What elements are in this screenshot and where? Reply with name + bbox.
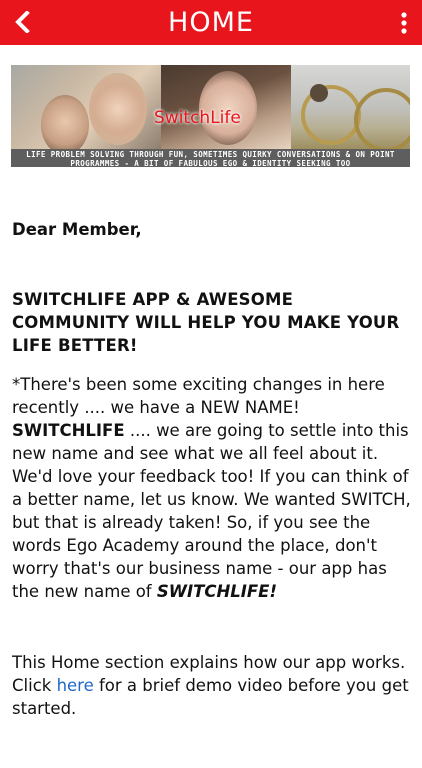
banner-photo-1 bbox=[11, 65, 161, 149]
top-app-bar: HOME bbox=[0, 0, 422, 45]
playground-rings-graphic bbox=[301, 84, 410, 149]
demo-video-link[interactable]: here bbox=[57, 676, 94, 695]
back-button[interactable] bbox=[8, 6, 38, 38]
intro-italic-name: SWITCHLIFE! bbox=[156, 582, 277, 601]
header-banner-image: SwitchLife LIFE PROBLEM SOLVING THROUGH … bbox=[11, 65, 410, 167]
intro-paragraph: *There's been some exciting changes in h… bbox=[12, 373, 412, 603]
home-content: Dear Member, SWITCHLIFE APP & AWESOME CO… bbox=[12, 218, 412, 768]
greeting-text: Dear Member, bbox=[12, 220, 142, 239]
vertical-dots-icon bbox=[401, 12, 407, 34]
page-title: HOME bbox=[168, 7, 254, 38]
person-photo bbox=[41, 95, 89, 149]
person-photo bbox=[89, 73, 147, 145]
banner-tagline: LIFE PROBLEM SOLVING THROUGH FUN, SOMETI… bbox=[11, 149, 410, 167]
intro-text-2: .... we are going to settle into this ne… bbox=[12, 421, 411, 601]
chevron-left-icon bbox=[15, 11, 30, 33]
banner-photo-collage bbox=[11, 65, 410, 149]
banner-photo-3 bbox=[291, 65, 410, 149]
home-section-paragraph: This Home section explains how our app w… bbox=[12, 651, 412, 720]
banner-brand-text: SwitchLife bbox=[154, 108, 241, 128]
headline-text: SWITCHLIFE APP & AWESOME COMMUNITY WILL … bbox=[12, 290, 400, 355]
banner-photo-2 bbox=[161, 65, 291, 149]
overflow-menu-button[interactable] bbox=[396, 8, 412, 38]
intro-text-1: *There's been some exciting changes in h… bbox=[12, 375, 385, 417]
intro-bold-name: SWITCHLIFE bbox=[12, 421, 125, 440]
